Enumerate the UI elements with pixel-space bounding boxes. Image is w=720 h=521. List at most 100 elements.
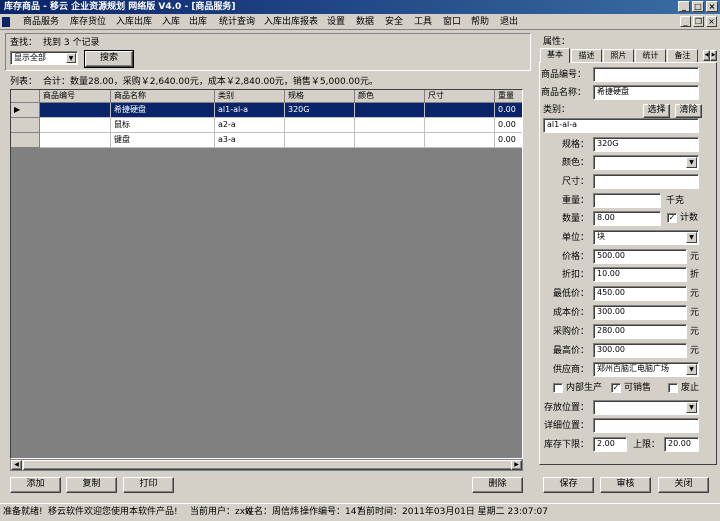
menu-item-report[interactable]: 入库出库报表 (264, 16, 318, 28)
discarded-checkbox[interactable] (668, 383, 678, 393)
column-header[interactable]: 类别 (215, 90, 285, 103)
stock-min-field[interactable]: 2.00 (593, 437, 627, 452)
table-row[interactable]: 鼠标 a2-a 0.00 (11, 118, 522, 133)
menu-item-stock-location[interactable]: 库存货位 (70, 16, 106, 28)
category-field[interactable]: al1-al-a (543, 118, 699, 133)
unit-select[interactable]: 块 ▼ (593, 230, 699, 245)
cell-name[interactable]: 希捷硬盘 (111, 103, 215, 118)
scroll-right-icon[interactable]: ▶ (511, 460, 522, 470)
mdi-close-icon[interactable]: × (706, 16, 717, 27)
choose-button[interactable]: 选择 (643, 104, 670, 118)
location-select[interactable]: ▼ (593, 400, 699, 415)
save-button[interactable]: 保存 (543, 477, 594, 493)
close-icon[interactable]: × (706, 1, 718, 12)
tab-scroll-left-icon[interactable]: ◀ (703, 50, 710, 61)
cell-weight[interactable]: 0.00 (495, 118, 522, 133)
tab-description[interactable]: 描述 (571, 49, 602, 63)
cell-code[interactable] (40, 103, 111, 118)
search-button[interactable]: 搜索 (84, 50, 134, 68)
column-header[interactable]: 重量 (495, 90, 522, 103)
menu-item-exit[interactable]: 退出 (500, 16, 518, 28)
cell-code[interactable] (40, 118, 111, 133)
cell-weight[interactable]: 0.00 (495, 103, 522, 118)
stock-max-field[interactable]: 20.00 (664, 437, 699, 452)
review-button[interactable]: 审核 (600, 477, 651, 493)
menu-item-inbound[interactable]: 入库 (162, 16, 180, 28)
cell-code[interactable] (40, 133, 111, 148)
chevron-down-icon[interactable]: ▼ (686, 364, 697, 375)
cell-name[interactable]: 键盘 (111, 133, 215, 148)
price-field[interactable]: 500.00 (593, 249, 687, 264)
purchase-field[interactable]: 280.00 (593, 324, 687, 339)
chevron-down-icon[interactable]: ▼ (66, 53, 76, 63)
column-header[interactable]: 尺寸 (425, 90, 495, 103)
chevron-down-icon[interactable]: ▼ (686, 402, 697, 413)
menu-item-outbound[interactable]: 出库 (189, 16, 207, 28)
menu-item-window[interactable]: 窗口 (443, 16, 461, 28)
scroll-left-icon[interactable]: ◀ (11, 460, 22, 470)
table-row[interactable]: 键盘 a3-a 0.00 (11, 133, 522, 148)
copy-button[interactable]: 复制 (66, 477, 117, 493)
tab-stats[interactable]: 统计 (635, 49, 666, 63)
internal-checkbox[interactable] (553, 383, 563, 393)
filter-select[interactable]: 显示全部 ▼ (10, 51, 78, 65)
cell-category[interactable]: a2-a (215, 118, 285, 133)
cell-name[interactable]: 鼠标 (111, 118, 215, 133)
menu-item-help[interactable]: 帮助 (471, 16, 489, 28)
name-field[interactable]: 希捷硬盘 (593, 85, 699, 100)
cost-field[interactable]: 300.00 (593, 305, 687, 320)
max-price-field[interactable]: 300.00 (593, 343, 687, 358)
sellable-checkbox[interactable]: ✓ (611, 383, 621, 393)
menu-item-in-out[interactable]: 入库出库 (116, 16, 152, 28)
cell-spec[interactable] (285, 133, 355, 148)
delete-button[interactable]: 删除 (472, 477, 523, 493)
cell-color[interactable] (355, 118, 425, 133)
app-menu-icon[interactable] (2, 17, 10, 27)
column-header[interactable]: 商品编号 (40, 90, 111, 103)
cell-size[interactable] (425, 118, 495, 133)
tab-notes[interactable]: 备注 (667, 49, 698, 63)
detail-location-field[interactable] (593, 418, 699, 433)
menu-item-stats[interactable]: 统计查询 (219, 16, 255, 28)
cell-size[interactable] (425, 133, 495, 148)
cell-spec[interactable]: 320G (285, 103, 355, 118)
scroll-thumb[interactable] (23, 460, 518, 470)
color-select[interactable]: ▼ (593, 155, 699, 170)
minimize-icon[interactable]: _ (678, 1, 690, 12)
table-row[interactable]: ▶ 希捷硬盘 al1-al-a 320G 0.00 (11, 103, 522, 118)
count-checkbox[interactable]: ✓ (667, 213, 677, 223)
horizontal-scrollbar[interactable]: ◀ ▶ (10, 459, 523, 471)
add-button[interactable]: 添加 (10, 477, 61, 493)
menu-item-data[interactable]: 数据 (356, 16, 374, 28)
spec-field[interactable]: 320G (593, 137, 699, 152)
chevron-down-icon[interactable]: ▼ (686, 157, 697, 168)
cell-color[interactable] (355, 133, 425, 148)
menu-item-tools[interactable]: 工具 (414, 16, 432, 28)
close-button[interactable]: 关闭 (658, 477, 709, 493)
code-field[interactable] (593, 67, 699, 82)
mdi-minimize-icon[interactable]: _ (680, 16, 691, 27)
clear-button[interactable]: 清除 (675, 104, 702, 118)
supplier-select[interactable]: 郑州百脑汇电脑广场 ▼ (593, 362, 699, 377)
cell-color[interactable] (355, 103, 425, 118)
column-header[interactable]: 规格 (285, 90, 355, 103)
mdi-restore-icon[interactable]: ❐ (693, 16, 704, 27)
goods-grid[interactable]: 商品编号 商品名称 类别 规格 颜色 尺寸 重量 ▶ 希捷硬盘 al1-al-a… (10, 89, 523, 459)
maximize-icon[interactable]: □ (692, 1, 704, 12)
tab-basic[interactable]: 基本 (540, 48, 570, 63)
column-header[interactable]: 颜色 (355, 90, 425, 103)
cell-category[interactable]: al1-al-a (215, 103, 285, 118)
cell-spec[interactable] (285, 118, 355, 133)
menu-item-goods-service[interactable]: 商品服务 (23, 16, 59, 28)
cell-size[interactable] (425, 103, 495, 118)
cell-weight[interactable]: 0.00 (495, 133, 522, 148)
size-field[interactable] (593, 174, 699, 189)
chevron-down-icon[interactable]: ▼ (686, 232, 697, 243)
weight-field[interactable] (593, 193, 661, 208)
tab-scroll-right-icon[interactable]: ▶ (710, 50, 717, 61)
cell-category[interactable]: a3-a (215, 133, 285, 148)
tab-scroll[interactable]: ◀ ▶ (703, 50, 717, 62)
menu-item-settings[interactable]: 设置 (327, 16, 345, 28)
menu-item-security[interactable]: 安全 (385, 16, 403, 28)
discount-field[interactable]: 10.00 (593, 267, 687, 282)
